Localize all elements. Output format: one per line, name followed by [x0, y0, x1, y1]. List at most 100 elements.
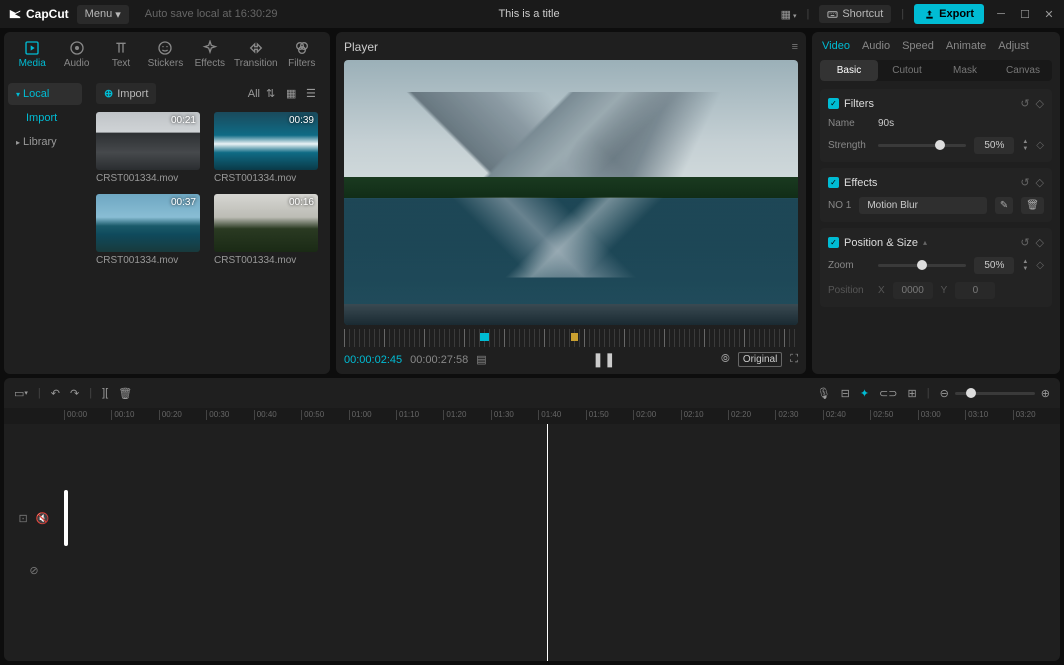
close-button[interactable]: ✕ — [1042, 7, 1056, 21]
tab-media[interactable]: Media — [10, 36, 54, 75]
zoom-value[interactable]: 50% — [974, 257, 1014, 274]
mute-icon[interactable]: 🔇 — [36, 512, 50, 525]
layout-icon[interactable]: ▦ ▾ — [781, 8, 797, 21]
effects-checkbox[interactable]: ✓ — [828, 177, 839, 188]
timeline-video-clip[interactable]: ✦ Effects – Edit ◐ Filters ≡ Adjust Name… — [64, 490, 68, 546]
reset-icon[interactable]: ↺ — [1020, 97, 1029, 110]
player-menu-icon[interactable]: ≡ — [792, 41, 798, 53]
tab-text[interactable]: Text — [99, 36, 143, 75]
preview-axis-icon[interactable]: ⊞ — [907, 387, 916, 400]
current-timecode: 00:00:02:45 — [344, 354, 402, 366]
playhead[interactable] — [547, 424, 548, 661]
zoom-in-icon[interactable]: ⊕ — [1041, 387, 1050, 400]
snapshot-icon[interactable]: ⦾ — [721, 353, 730, 366]
sidebar-item-local[interactable]: ▾Local — [8, 83, 82, 105]
keyframe-icon[interactable]: ◇ — [1036, 260, 1044, 271]
clip-thumbnail: 00:16 — [214, 194, 318, 252]
ruler-tick: 02:10 — [681, 410, 704, 420]
fullscreen-icon[interactable]: ⛶ — [790, 353, 798, 366]
minimize-button[interactable]: ─ — [994, 7, 1008, 21]
linkage-icon[interactable]: ⊂⊃ — [879, 387, 897, 400]
lock-icon[interactable]: ⊡ — [19, 512, 28, 525]
subtab-mask[interactable]: Mask — [936, 60, 994, 81]
ruler-tick: 02:50 — [870, 410, 893, 420]
pause-button[interactable]: ❚❚ — [592, 351, 615, 368]
reset-icon[interactable]: ↺ — [1020, 236, 1029, 249]
media-icon — [24, 40, 40, 56]
text-icon — [113, 40, 129, 56]
filters-checkbox[interactable]: ✓ — [828, 98, 839, 109]
timeline-zoom-slider[interactable] — [955, 392, 1035, 395]
tab-stickers[interactable]: Stickers — [143, 36, 187, 75]
tab-animate[interactable]: Animate — [946, 40, 986, 52]
zoom-stepper[interactable]: ▲▼ — [1022, 259, 1028, 272]
export-icon — [924, 9, 935, 20]
keyframe-icon[interactable]: ◇ — [1036, 236, 1044, 249]
position-checkbox[interactable]: ✓ — [828, 237, 839, 248]
undo-button[interactable]: ↶ — [51, 387, 60, 400]
keyframe-icon[interactable]: ◇ — [1036, 176, 1044, 189]
list-view-icon[interactable]: ☰ — [306, 87, 320, 101]
shortcut-button[interactable]: Shortcut — [819, 5, 891, 23]
subtab-canvas[interactable]: Canvas — [994, 60, 1052, 81]
sidebar-item-import[interactable]: Import — [8, 107, 82, 129]
clip-item[interactable]: 00:39 CRST001334.mov — [214, 112, 320, 184]
original-quality-button[interactable]: Original — [738, 352, 782, 367]
chevron-down-icon: ▾ — [115, 8, 121, 21]
clip-thumbnail: 00:21 — [96, 112, 200, 170]
split-button[interactable]: ]​[ — [102, 387, 108, 399]
player-ruler[interactable] — [344, 329, 798, 347]
menu-button[interactable]: Menu ▾ — [77, 5, 129, 24]
clip-thumbnail: 00:39 — [214, 112, 318, 170]
capcut-icon — [8, 7, 22, 21]
maximize-button[interactable]: ☐ — [1018, 7, 1032, 21]
disable-icon[interactable]: ⊘ — [29, 564, 38, 577]
import-button[interactable]: ⊕Import — [96, 83, 156, 104]
subtab-basic[interactable]: Basic — [820, 60, 878, 81]
main-track-magnet-icon[interactable]: ⊟ — [841, 387, 850, 400]
export-button[interactable]: Export — [914, 4, 984, 24]
grid-view-icon[interactable]: ▦ — [286, 87, 300, 101]
sort-icon[interactable]: ⇅ — [266, 87, 280, 101]
strength-slider[interactable] — [878, 144, 966, 147]
pos-y-value[interactable]: 0 — [955, 282, 995, 299]
selection-tool[interactable]: ▭▾ — [14, 387, 28, 400]
filter-name: 90s — [878, 118, 894, 129]
ruler-tick: 00:30 — [206, 410, 229, 420]
sidebar-item-library[interactable]: ▸Library — [8, 131, 82, 153]
scopes-icon[interactable]: ▤ — [476, 353, 486, 366]
delete-effect-icon[interactable]: 🗑 — [1021, 197, 1044, 214]
ruler-tick: 02:40 — [823, 410, 846, 420]
reset-icon[interactable]: ↺ — [1020, 176, 1029, 189]
redo-button[interactable]: ↷ — [70, 387, 79, 400]
zoom-slider[interactable] — [878, 264, 966, 267]
subtab-cutout[interactable]: Cutout — [878, 60, 936, 81]
clip-item[interactable]: 00:37 CRST001334.mov — [96, 194, 202, 266]
collapse-icon[interactable]: ▴ — [923, 238, 927, 247]
edit-effect-icon[interactable]: ✎ — [995, 197, 1013, 214]
strength-stepper[interactable]: ▲▼ — [1022, 139, 1028, 152]
strength-value[interactable]: 50% — [974, 137, 1014, 154]
filter-all[interactable]: All — [248, 88, 260, 100]
tab-effects[interactable]: Effects — [188, 36, 232, 75]
record-icon[interactable]: 🎙 — [817, 387, 831, 400]
keyframe-icon[interactable]: ◇ — [1036, 140, 1044, 151]
section-position-size: ✓ Position & Size ▴ ↺◇ Zoom 50% ▲▼ ◇ Pos… — [820, 228, 1052, 307]
clip-item[interactable]: 00:16 CRST001334.mov — [214, 194, 320, 266]
tab-audio[interactable]: Audio — [862, 40, 890, 52]
tab-filters[interactable]: Filters — [280, 36, 324, 75]
timeline-ruler[interactable]: 00:0000:1000:2000:3000:4000:5001:0001:10… — [4, 408, 1060, 424]
player-viewport[interactable] — [344, 60, 798, 325]
keyframe-icon[interactable]: ◇ — [1036, 97, 1044, 110]
tab-transition[interactable]: Transition — [232, 36, 280, 75]
auto-snap-icon[interactable]: ✦ — [860, 387, 869, 400]
tab-video[interactable]: Video — [822, 40, 850, 52]
project-title[interactable]: This is a title — [285, 8, 772, 20]
zoom-out-icon[interactable]: ⊖ — [940, 387, 949, 400]
delete-button[interactable]: 🗑 — [118, 387, 132, 400]
tab-speed[interactable]: Speed — [902, 40, 934, 52]
tab-audio[interactable]: Audio — [54, 36, 98, 75]
tab-adjust[interactable]: Adjust — [998, 40, 1029, 52]
pos-x-value[interactable]: 0000 — [893, 282, 933, 299]
clip-item[interactable]: 00:21 CRST001334.mov — [96, 112, 202, 184]
